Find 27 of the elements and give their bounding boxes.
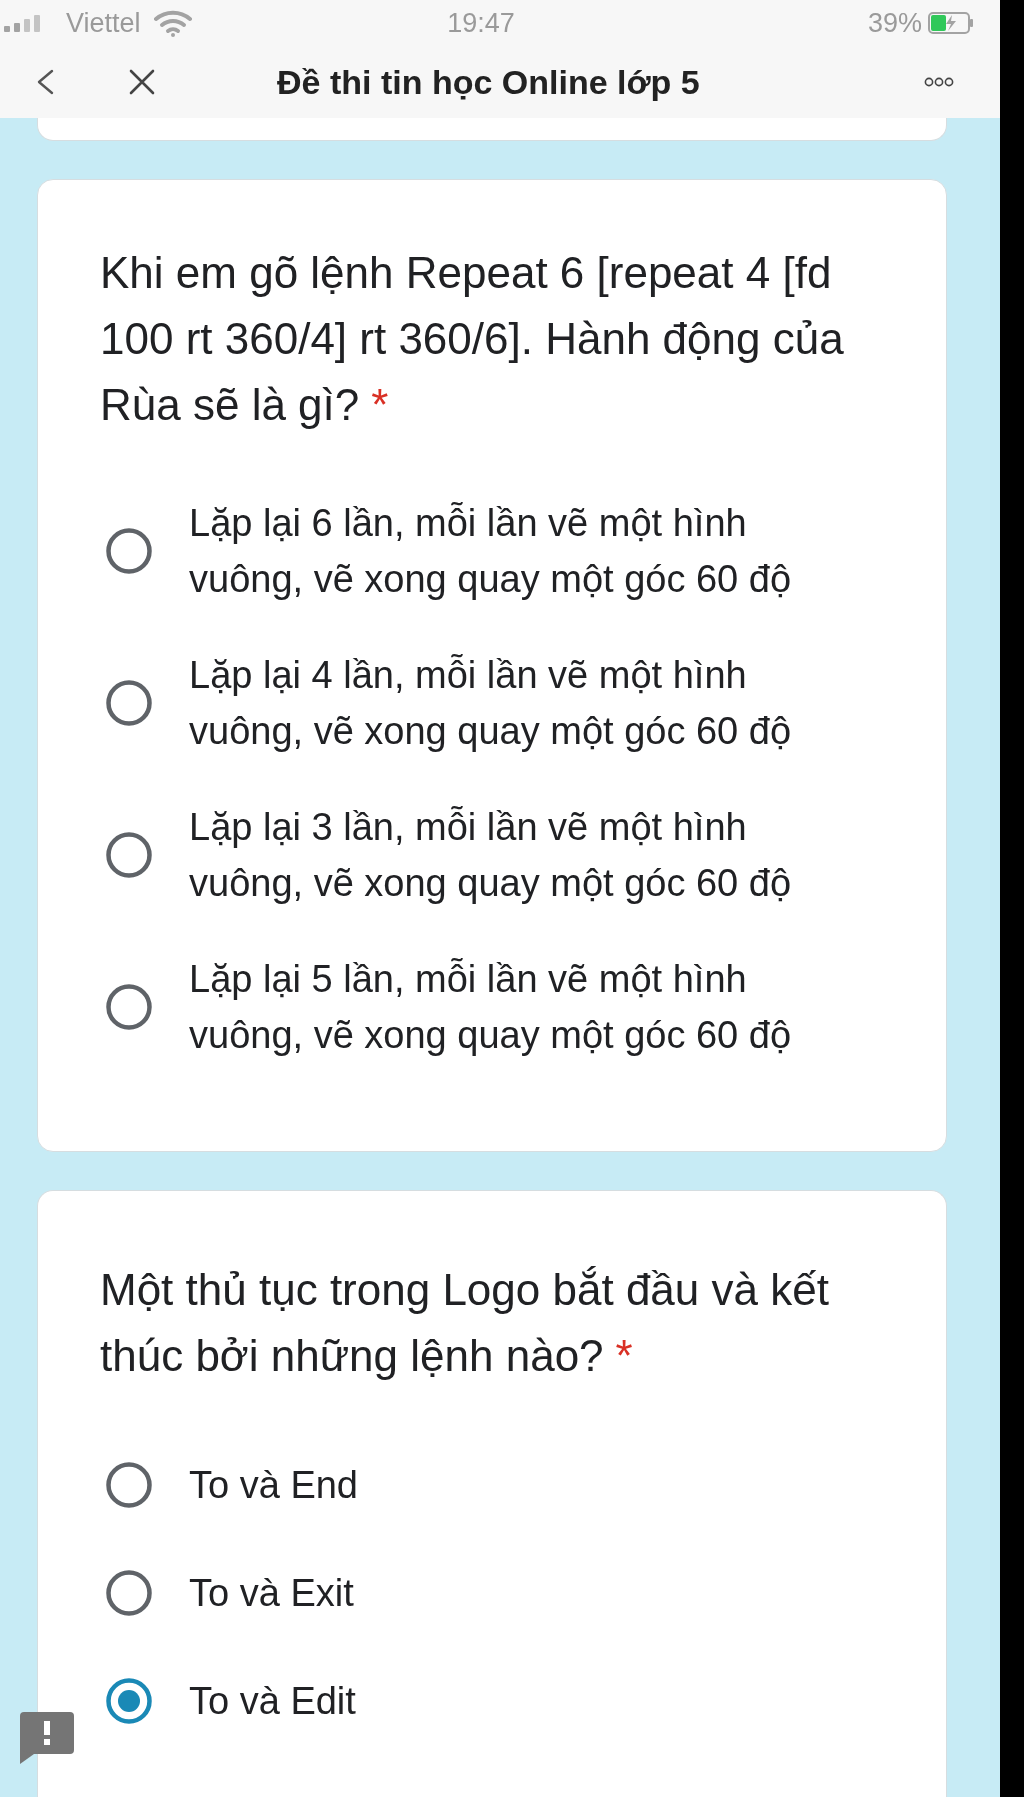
radio-icon[interactable] bbox=[106, 528, 152, 574]
radio-icon[interactable] bbox=[106, 832, 152, 878]
option-label[interactable]: To và Exit bbox=[189, 1565, 819, 1621]
radio-icon[interactable] bbox=[106, 1462, 152, 1508]
more-icon[interactable] bbox=[924, 77, 954, 87]
battery-charging-icon bbox=[928, 12, 974, 34]
question-text: Một thủ tục trong Logo bắt đầu và kết thúc bởi những lệnh nào? * bbox=[100, 1264, 830, 1382]
option-label[interactable]: Lặp lại 3 lần, mỗi lần vẽ một hình vuông, vẽ xong quay một góc 60 độ bbox=[189, 799, 819, 911]
status-time: 19:47 bbox=[447, 7, 515, 39]
carrier-name: Viettel bbox=[66, 7, 141, 39]
signal-icon bbox=[4, 14, 40, 32]
option-label[interactable]: To và End bbox=[189, 1457, 819, 1513]
option-label[interactable]: To và Edit bbox=[189, 1673, 819, 1729]
radio-icon[interactable] bbox=[106, 1570, 152, 1616]
feedback-alert-icon[interactable] bbox=[20, 1712, 74, 1764]
back-icon[interactable] bbox=[35, 69, 55, 95]
close-icon[interactable] bbox=[129, 69, 155, 95]
radio-icon[interactable] bbox=[106, 984, 152, 1030]
option-label[interactable]: Lặp lại 6 lần, mỗi lần vẽ một hình vuông, vẽ xong quay một góc 60 độ bbox=[189, 495, 819, 607]
option-label[interactable]: Lặp lại 5 lần, mỗi lần vẽ một hình vuông, vẽ xong quay một góc 60 độ bbox=[189, 951, 819, 1063]
question-text: Khi em gõ lệnh Repeat 6 [repeat 4 [fd 100 rt 360/4] rt 360/6]. Hành động của Rùa sẽ là gì? * bbox=[100, 247, 845, 431]
radio-selected-icon[interactable] bbox=[106, 1678, 152, 1724]
option-label[interactable]: Lặp lại 4 lần, mỗi lần vẽ một hình vuông, vẽ xong quay một góc 60 độ bbox=[189, 647, 819, 759]
battery-percentage: 39% bbox=[867, 7, 922, 39]
wifi-icon bbox=[153, 9, 192, 37]
page-title: Đề thi tin học Online lớp 5 bbox=[277, 62, 700, 102]
radio-icon[interactable] bbox=[106, 680, 152, 726]
